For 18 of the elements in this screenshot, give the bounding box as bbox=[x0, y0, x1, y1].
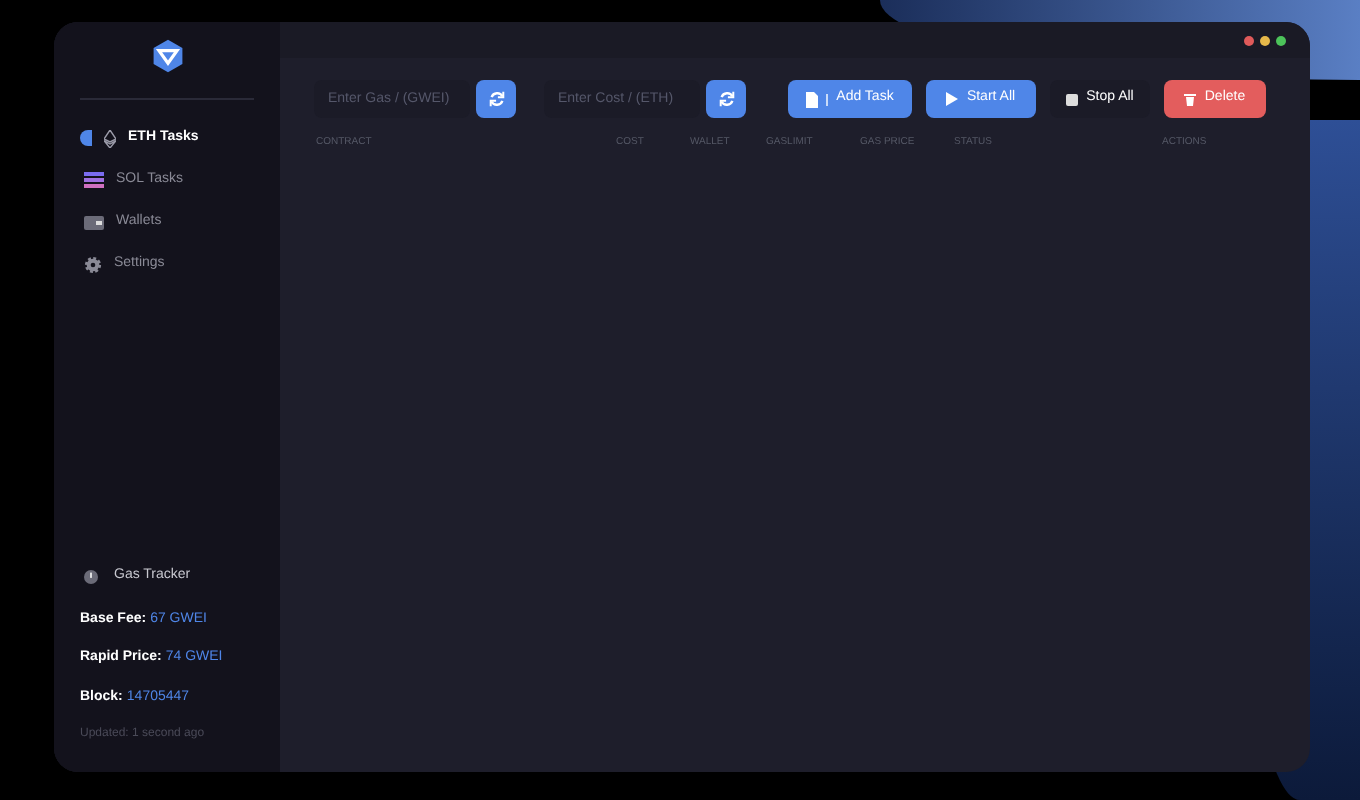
wallet-icon bbox=[84, 215, 104, 229]
maximize-button[interactable] bbox=[1276, 35, 1286, 45]
refresh-button[interactable] bbox=[706, 80, 746, 118]
stop-icon bbox=[1066, 93, 1079, 105]
gear-icon bbox=[84, 255, 102, 273]
refresh-icon bbox=[487, 90, 505, 108]
stripes-icon bbox=[84, 172, 104, 188]
active-indicator bbox=[80, 130, 92, 146]
trash-icon bbox=[1184, 92, 1197, 106]
logo-icon bbox=[149, 38, 185, 74]
play-icon bbox=[946, 92, 959, 106]
refresh-button[interactable] bbox=[476, 80, 516, 118]
refresh-icon bbox=[717, 90, 735, 108]
close-button[interactable] bbox=[1244, 35, 1254, 45]
gauge-icon bbox=[84, 569, 98, 584]
minimize-button[interactable] bbox=[1260, 35, 1270, 45]
ethereum-icon bbox=[104, 129, 116, 147]
document-icon bbox=[806, 91, 819, 107]
